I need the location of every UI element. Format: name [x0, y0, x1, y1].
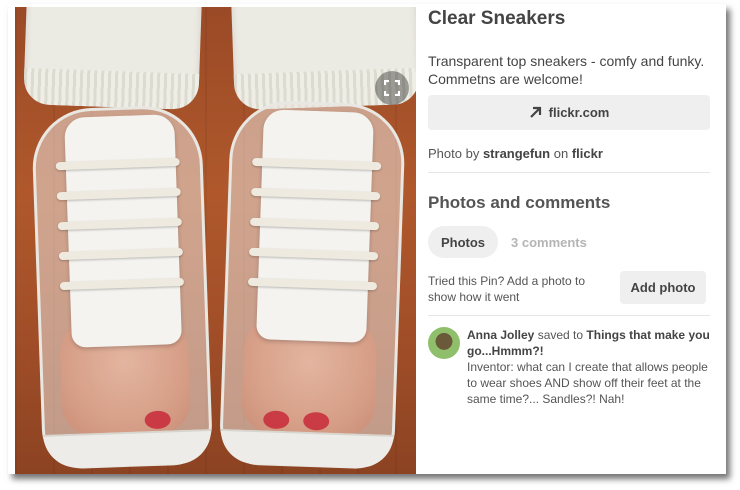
credit-user-link[interactable]: strangefun — [483, 146, 550, 161]
divider — [428, 315, 710, 316]
source-link-label: flickr.com — [548, 105, 610, 120]
tried-pin-prompt: Tried this Pin? Add a photo to show how … — [428, 274, 585, 304]
credit-prefix: Photo by — [428, 146, 480, 161]
pin-title: Clear Sneakers — [428, 8, 566, 29]
tab-comments[interactable]: 3 comments — [511, 235, 587, 250]
expand-button[interactable] — [375, 71, 409, 105]
add-photo-button[interactable]: Add photo — [620, 271, 706, 304]
arrow-up-right-icon — [529, 106, 541, 118]
comment-user-link[interactable]: Anna Jolley — [467, 328, 534, 342]
source-link-button[interactable]: flickr.com — [428, 95, 710, 130]
credit-site-link[interactable]: flickr — [572, 146, 603, 161]
photo-credit: Photo by strangefun on flickr — [428, 146, 603, 161]
tab-photos[interactable]: Photos — [428, 226, 498, 258]
pin-card: Clear Sneakers Transparent top sneakers … — [8, 4, 726, 474]
expand-icon — [384, 80, 400, 96]
pin-photo[interactable] — [15, 7, 416, 474]
photos-comments-heading: Photos and comments — [428, 193, 611, 212]
pin-details-panel: Clear Sneakers Transparent top sneakers … — [428, 4, 718, 474]
divider — [428, 172, 710, 173]
comment-text: Inventor: what can I create that allows … — [467, 360, 708, 406]
photo-shoe-left — [30, 104, 214, 470]
photo-shoe-right — [218, 99, 407, 470]
comment-saved-to: saved to — [537, 328, 584, 342]
avatar[interactable] — [428, 327, 460, 359]
comment-body: Anna Jolley saved to Things that make yo… — [467, 327, 717, 407]
photo-pant-left — [23, 7, 202, 111]
pin-description: Transparent top sneakers - comfy and fun… — [428, 53, 705, 87]
credit-on: on — [553, 146, 569, 161]
